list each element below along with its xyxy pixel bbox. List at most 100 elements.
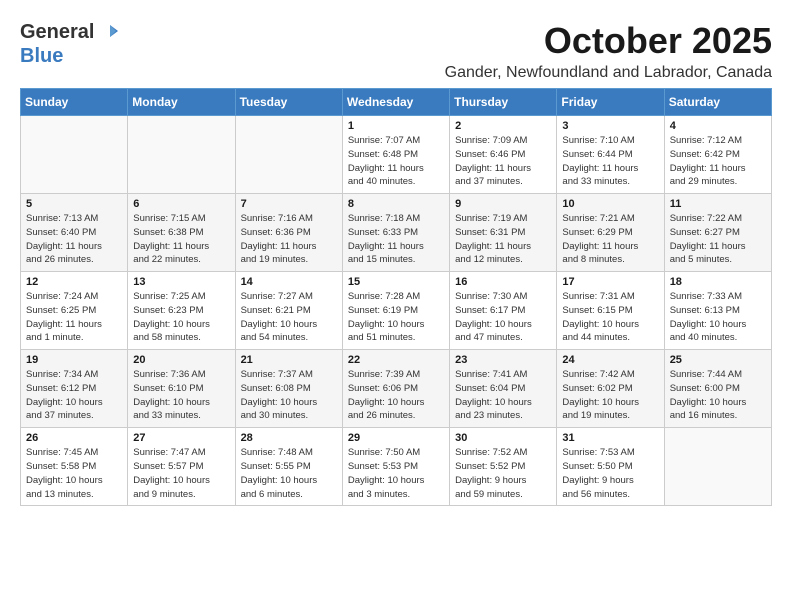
day-number: 12: [26, 276, 122, 288]
calendar-day-29: 29 Sunrise: 7:50 AMSunset: 5:53 PMDayligh…: [342, 428, 449, 506]
day-number: 30: [455, 432, 551, 444]
day-info: Sunrise: 7:41 AMSunset: 6:04 PMDaylight:…: [455, 368, 551, 423]
day-info: Sunrise: 7:09 AMSunset: 6:46 PMDaylight:…: [455, 134, 551, 189]
day-number: 21: [241, 354, 337, 366]
calendar-empty-cell: [128, 116, 235, 194]
logo-text: General Blue: [20, 20, 118, 68]
day-info: Sunrise: 7:53 AMSunset: 5:50 PMDaylight:…: [562, 446, 658, 501]
day-info: Sunrise: 7:42 AMSunset: 6:02 PMDaylight:…: [562, 368, 658, 423]
day-number: 18: [670, 276, 766, 288]
logo-general: General: [20, 20, 94, 44]
day-number: 17: [562, 276, 658, 288]
day-number: 8: [348, 198, 444, 210]
day-number: 1: [348, 120, 444, 132]
page-header: General Blue October 2025 Gander, Newfou…: [20, 20, 772, 82]
calendar-header-row: SundayMondayTuesdayWednesdayThursdayFrid…: [21, 89, 772, 116]
calendar-day-8: 8Sunrise: 7:18 AMSunset: 6:33 PMDaylight…: [342, 194, 449, 272]
day-info: Sunrise: 7:25 AMSunset: 6:23 PMDaylight:…: [133, 290, 229, 345]
calendar-week-row: 1Sunrise: 7:07 AMSunset: 6:48 PMDaylight…: [21, 116, 772, 194]
calendar-day-26: 26 Sunrise: 7:45 AMSunset: 5:58 PMDayligh…: [21, 428, 128, 506]
day-number: 31: [562, 432, 658, 444]
day-info: Sunrise: 7:13 AMSunset: 6:40 PMDaylight:…: [26, 212, 122, 267]
day-info: Sunrise: 7:45 AMSunset: 5:58 PMDaylight:…: [26, 446, 122, 501]
calendar-week-row: 19 Sunrise: 7:34 AMSunset: 6:12 PMDayligh…: [21, 350, 772, 428]
calendar-day-19: 19 Sunrise: 7:34 AMSunset: 6:12 PMDayligh…: [21, 350, 128, 428]
weekday-header-tuesday: Tuesday: [235, 89, 342, 116]
day-info: Sunrise: 7:47 AMSunset: 5:57 PMDaylight:…: [133, 446, 229, 501]
day-number: 13: [133, 276, 229, 288]
day-number: 2: [455, 120, 551, 132]
weekday-header-sunday: Sunday: [21, 89, 128, 116]
logo: General Blue: [20, 20, 118, 68]
day-info: Sunrise: 7:28 AMSunset: 6:19 PMDaylight:…: [348, 290, 444, 345]
day-info: Sunrise: 7:50 AMSunset: 5:53 PMDaylight:…: [348, 446, 444, 501]
weekday-header-saturday: Saturday: [664, 89, 771, 116]
calendar-day-27: 27 Sunrise: 7:47 AMSunset: 5:57 PMDayligh…: [128, 428, 235, 506]
day-number: 19: [26, 354, 122, 366]
day-number: 28: [241, 432, 337, 444]
day-number: 6: [133, 198, 229, 210]
day-info: Sunrise: 7:10 AMSunset: 6:44 PMDaylight:…: [562, 134, 658, 189]
weekday-header-monday: Monday: [128, 89, 235, 116]
day-info: Sunrise: 7:15 AMSunset: 6:38 PMDaylight:…: [133, 212, 229, 267]
calendar-day-5: 5 Sunrise: 7:13 AMSunset: 6:40 PMDaylight…: [21, 194, 128, 272]
calendar-empty-cell: [235, 116, 342, 194]
calendar-day-23: 23 Sunrise: 7:41 AMSunset: 6:04 PMDayligh…: [450, 350, 557, 428]
day-info: Sunrise: 7:27 AMSunset: 6:21 PMDaylight:…: [241, 290, 337, 345]
calendar-day-25: 25 Sunrise: 7:44 AMSunset: 6:00 PMDayligh…: [664, 350, 771, 428]
calendar-day-30: 30 Sunrise: 7:52 AMSunset: 5:52 PMDayligh…: [450, 428, 557, 506]
calendar-day-7: 7 Sunrise: 7:16 AMSunset: 6:36 PMDaylight…: [235, 194, 342, 272]
calendar-day-22: 22 Sunrise: 7:39 AMSunset: 6:06 PMDayligh…: [342, 350, 449, 428]
day-number: 3: [562, 120, 658, 132]
day-number: 22: [348, 354, 444, 366]
day-info: Sunrise: 7:39 AMSunset: 6:06 PMDaylight:…: [348, 368, 444, 423]
logo-blue: Blue: [20, 45, 63, 67]
calendar-table: SundayMondayTuesdayWednesdayThursdayFrid…: [20, 88, 772, 506]
day-info: Sunrise: 7:48 AMSunset: 5:55 PMDaylight:…: [241, 446, 337, 501]
day-number: 25: [670, 354, 766, 366]
title-block: October 2025 Gander, Newfoundland and La…: [445, 20, 772, 82]
day-number: 7: [241, 198, 337, 210]
day-number: 11: [670, 198, 766, 210]
weekday-header-thursday: Thursday: [450, 89, 557, 116]
calendar-day-21: 21Sunrise: 7:37 AMSunset: 6:08 PMDayligh…: [235, 350, 342, 428]
calendar-day-13: 13 Sunrise: 7:25 AMSunset: 6:23 PMDayligh…: [128, 272, 235, 350]
calendar-day-3: 3 Sunrise: 7:10 AMSunset: 6:44 PMDaylight…: [557, 116, 664, 194]
day-number: 29: [348, 432, 444, 444]
day-number: 9: [455, 198, 551, 210]
day-info: Sunrise: 7:16 AMSunset: 6:36 PMDaylight:…: [241, 212, 337, 267]
weekday-header-friday: Friday: [557, 89, 664, 116]
calendar-day-12: 12 Sunrise: 7:24 AMSunset: 6:25 PMDayligh…: [21, 272, 128, 350]
day-info: Sunrise: 7:36 AMSunset: 6:10 PMDaylight:…: [133, 368, 229, 423]
weekday-header-wednesday: Wednesday: [342, 89, 449, 116]
calendar-day-20: 20Sunrise: 7:36 AMSunset: 6:10 PMDayligh…: [128, 350, 235, 428]
day-number: 10: [562, 198, 658, 210]
calendar-week-row: 26 Sunrise: 7:45 AMSunset: 5:58 PMDayligh…: [21, 428, 772, 506]
day-number: 27: [133, 432, 229, 444]
location-subtitle: Gander, Newfoundland and Labrador, Canad…: [445, 64, 772, 82]
calendar-day-16: 16Sunrise: 7:30 AMSunset: 6:17 PMDayligh…: [450, 272, 557, 350]
day-number: 26: [26, 432, 122, 444]
calendar-day-18: 18 Sunrise: 7:33 AMSunset: 6:13 PMDayligh…: [664, 272, 771, 350]
day-info: Sunrise: 7:34 AMSunset: 6:12 PMDaylight:…: [26, 368, 122, 423]
day-number: 5: [26, 198, 122, 210]
calendar-day-1: 1Sunrise: 7:07 AMSunset: 6:48 PMDaylight…: [342, 116, 449, 194]
calendar-week-row: 12 Sunrise: 7:24 AMSunset: 6:25 PMDayligh…: [21, 272, 772, 350]
day-number: 23: [455, 354, 551, 366]
calendar-day-4: 4Sunrise: 7:12 AMSunset: 6:42 PMDaylight…: [664, 116, 771, 194]
day-info: Sunrise: 7:52 AMSunset: 5:52 PMDaylight:…: [455, 446, 551, 501]
day-info: Sunrise: 7:30 AMSunset: 6:17 PMDaylight:…: [455, 290, 551, 345]
calendar-day-14: 14Sunrise: 7:27 AMSunset: 6:21 PMDayligh…: [235, 272, 342, 350]
calendar-week-row: 5 Sunrise: 7:13 AMSunset: 6:40 PMDaylight…: [21, 194, 772, 272]
day-info: Sunrise: 7:24 AMSunset: 6:25 PMDaylight:…: [26, 290, 122, 345]
day-info: Sunrise: 7:44 AMSunset: 6:00 PMDaylight:…: [670, 368, 766, 423]
day-info: Sunrise: 7:33 AMSunset: 6:13 PMDaylight:…: [670, 290, 766, 345]
calendar-day-31: 31 Sunrise: 7:53 AMSunset: 5:50 PMDayligh…: [557, 428, 664, 506]
calendar-day-9: 9Sunrise: 7:19 AMSunset: 6:31 PMDaylight…: [450, 194, 557, 272]
logo-flag-icon: [96, 23, 118, 39]
calendar-empty-cell: [664, 428, 771, 506]
day-number: 4: [670, 120, 766, 132]
day-number: 24: [562, 354, 658, 366]
day-info: Sunrise: 7:22 AMSunset: 6:27 PMDaylight:…: [670, 212, 766, 267]
calendar-day-10: 10Sunrise: 7:21 AMSunset: 6:29 PMDayligh…: [557, 194, 664, 272]
